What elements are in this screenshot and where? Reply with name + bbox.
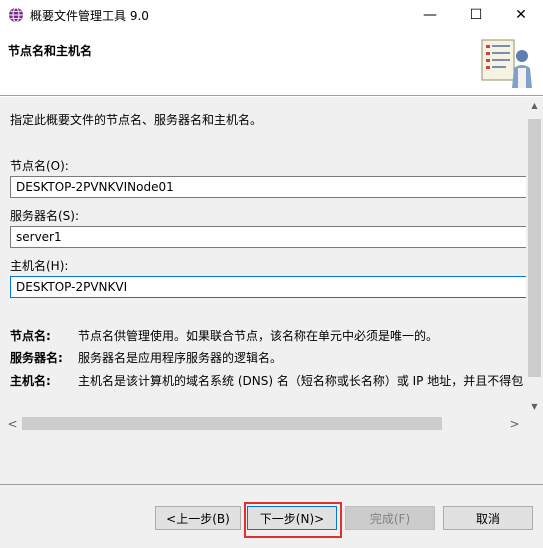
close-button[interactable]: ✕ (498, 0, 543, 30)
window-title: 概要文件管理工具 9.0 (30, 9, 149, 23)
cancel-button[interactable]: 取消 (443, 506, 533, 530)
host-name-term: 主机名: (10, 374, 51, 388)
node-name-term: 节点名: (10, 329, 51, 343)
app-globe-icon (9, 7, 23, 23)
finish-button: 完成(F) (345, 506, 435, 530)
host-name-help: 主机名是该计算机的域名系统 (DNS) 名（短名称或长名称）或 IP 地址，并且… (78, 374, 524, 388)
server-name-input[interactable]: server1 (10, 226, 526, 248)
minimize-icon: — (423, 7, 437, 23)
wizard-document-user-icon (481, 39, 532, 88)
host-name-label: 主机名(H): (10, 259, 69, 273)
scroll-corner (526, 415, 543, 432)
footer-divider (0, 484, 543, 485)
maximize-button[interactable]: ☐ (453, 0, 499, 30)
server-name-label: 服务器名(S): (10, 209, 80, 223)
horizontal-scrollbar[interactable]: < > (0, 415, 543, 432)
wizard-header: 节点名和主机名 (0, 30, 543, 96)
node-name-label: 节点名(O): (10, 159, 69, 173)
minimize-button[interactable]: — (407, 0, 453, 30)
back-button[interactable]: <上一步(B) (155, 506, 241, 530)
vertical-scrollbar[interactable]: ▲ ▼ (526, 97, 543, 415)
server-name-term: 服务器名: (10, 351, 63, 365)
scroll-down-icon[interactable]: ▼ (526, 398, 543, 415)
close-icon: ✕ (515, 7, 527, 23)
maximize-icon: ☐ (469, 7, 483, 23)
scroll-up-icon[interactable]: ▲ (526, 97, 543, 114)
node-name-input[interactable]: DESKTOP-2PVNKVINode01 (10, 176, 526, 198)
scroll-right-icon[interactable]: > (506, 415, 523, 432)
scroll-left-icon[interactable]: < (4, 415, 21, 432)
title-bar: 概要文件管理工具 9.0 — ☐ ✕ (0, 0, 543, 30)
content-panel: 指定此概要文件的节点名、服务器名和主机名。 节点名(O): DESKTOP-2P… (0, 97, 526, 415)
node-name-help: 节点名供管理使用。如果联合节点，该名称在单元中必须是唯一的。 (78, 329, 439, 343)
vertical-scroll-thumb[interactable] (528, 119, 541, 377)
server-name-help: 服务器名是应用程序服务器的逻辑名。 (78, 351, 283, 365)
page-title: 节点名和主机名 (8, 44, 93, 58)
next-button-highlight (244, 502, 342, 538)
host-name-input[interactable]: DESKTOP-2PVNKVI (10, 276, 526, 298)
page-description: 指定此概要文件的节点名、服务器名和主机名。 (10, 113, 263, 127)
horizontal-scroll-thumb[interactable] (22, 417, 442, 430)
